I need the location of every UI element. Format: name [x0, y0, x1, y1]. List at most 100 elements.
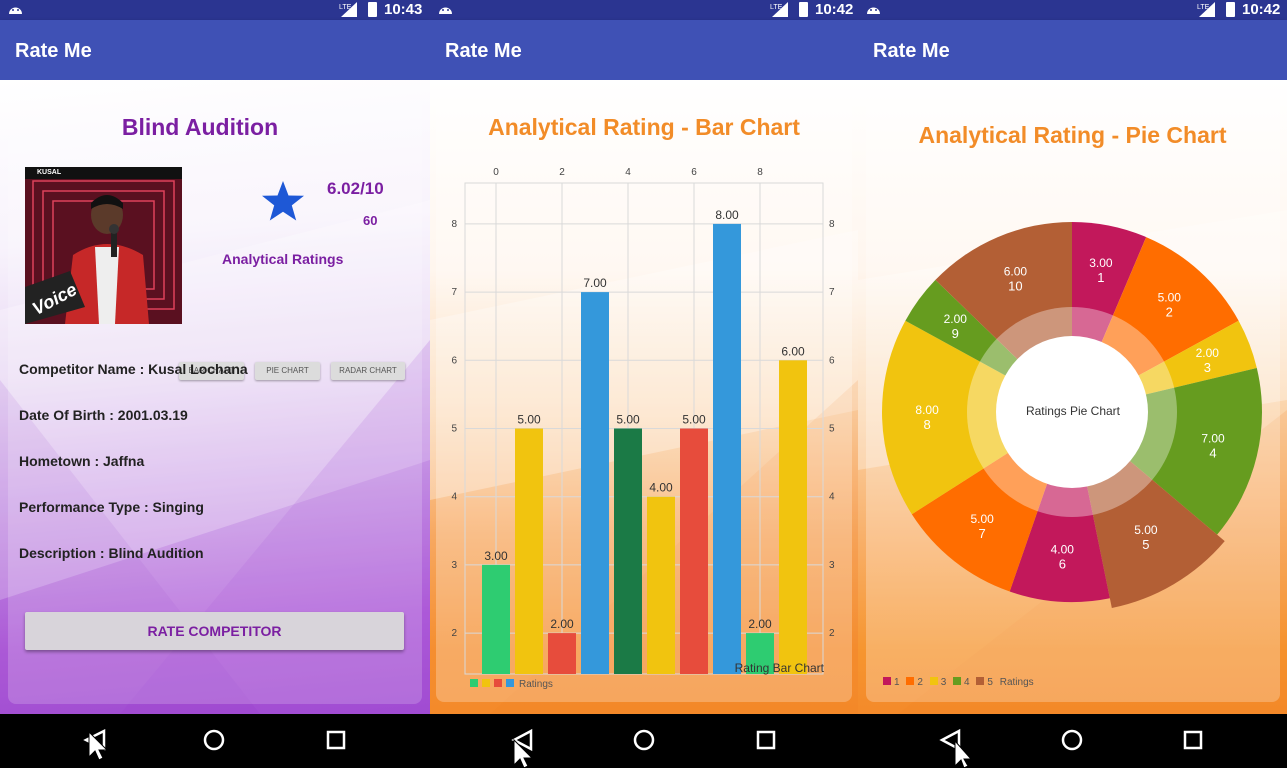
bar-value-label: 2.00 — [748, 617, 772, 631]
y-axis-tick-label-left: 2 — [451, 628, 457, 639]
page-title: Blind Audition — [121, 114, 279, 140]
legend-item-5: 5 — [976, 677, 993, 688]
y-axis-tick-label-right: 6 — [829, 355, 835, 366]
screen-competitor-details: LTE 10:43 Rate Me Blind Audition KUSAL V… — [0, 0, 430, 768]
navigation-bar — [430, 714, 858, 768]
slice-category-label: 1 — [1097, 270, 1104, 285]
y-axis-tick-label-right: 8 — [829, 219, 835, 230]
legend-swatch — [494, 679, 502, 687]
slice-value-label: 4.00 — [1051, 543, 1075, 557]
bar — [779, 360, 807, 674]
bar-value-label: 5.00 — [682, 413, 706, 427]
y-axis-tick-label-right: 7 — [829, 287, 835, 298]
y-axis-tick-label-right: 4 — [829, 492, 835, 503]
home-icon[interactable] — [203, 729, 225, 751]
bar-value-label: 4.00 — [649, 481, 673, 495]
x-axis-tick-label: 6 — [691, 167, 697, 178]
legend-swatch — [883, 677, 891, 685]
chart-description: Rating Bar Chart — [735, 661, 825, 675]
android-icon — [439, 7, 452, 14]
pie-chart: 3.0015.0022.0037.0045.0054.0065.0078.008… — [882, 222, 1262, 608]
battery-icon — [799, 2, 808, 17]
bar-value-label: 5.00 — [616, 413, 640, 427]
pie-legend: 1 2 3 4 5 Ratings — [883, 677, 1034, 691]
bar-chart: 2 2 3 3 4 4 5 5 6 6 7 7 8 8 0 2 4 6 8 3.00 5.00 2.00 7.00 5.00 4… — [451, 167, 835, 690]
signal-icon: LTE — [339, 2, 357, 17]
y-axis-tick-label-left: 5 — [451, 424, 457, 435]
app-bar: Rate Me — [430, 20, 858, 80]
recents-icon[interactable] — [756, 730, 776, 750]
bar — [647, 496, 675, 674]
legend-item-4: 4 — [953, 677, 970, 688]
date-of-birth: Date Of Birth : 2001.03.19 — [19, 407, 188, 423]
y-axis-tick-label-right: 2 — [829, 628, 835, 639]
hometown: Hometown : Jaffna — [19, 453, 145, 469]
legend-item-3: 3 — [929, 677, 947, 688]
bar-value-label: 2.00 — [550, 617, 574, 631]
android-icon — [9, 7, 22, 14]
y-axis-tick-label-right: 5 — [829, 424, 835, 435]
y-axis-tick-label-left: 4 — [451, 492, 457, 503]
recents-icon[interactable] — [326, 730, 346, 750]
navigation-bar — [0, 714, 430, 768]
legend-label: 5 — [987, 677, 993, 688]
slice-category-label: 8 — [923, 417, 930, 432]
nav-buttons — [939, 728, 1203, 768]
photo-caption: KUSAL — [37, 169, 62, 176]
radar-chart-button[interactable]: RADAR CHART — [331, 362, 405, 380]
mouse-cursor-icon — [954, 739, 973, 768]
app-bar: Rate Me — [0, 20, 430, 80]
rating-count: 60 — [363, 213, 378, 228]
slice-category-label: 10 — [1008, 279, 1022, 294]
nav-buttons — [83, 728, 346, 761]
y-axis-tick-label-left: 6 — [451, 355, 457, 366]
legend-label: 3 — [940, 677, 947, 688]
clock: 10:42 — [815, 1, 854, 18]
legend-swatch — [482, 679, 490, 687]
legend-label: 4 — [964, 677, 970, 688]
svg-text:LTE: LTE — [1197, 4, 1210, 11]
slice-value-label: 8.00 — [915, 403, 939, 417]
slice-value-label: 2.00 — [944, 312, 968, 326]
slice-value-label: 5.00 — [970, 512, 994, 526]
bar — [680, 428, 708, 674]
legend-swatch — [470, 679, 478, 687]
svg-text:LTE: LTE — [770, 4, 783, 11]
bar — [515, 428, 543, 674]
svg-text:LTE: LTE — [339, 4, 352, 11]
bar-value-label: 7.00 — [583, 276, 607, 290]
battery-icon — [1226, 2, 1235, 17]
status-bar: LTE 10:43 — [0, 0, 430, 20]
slice-value-label: 7.00 — [1201, 432, 1225, 446]
app-title: Rate Me — [445, 40, 522, 62]
navigation-bar — [858, 714, 1287, 768]
recents-icon[interactable] — [1183, 730, 1203, 750]
nav-buttons — [511, 728, 776, 768]
slice-value-label: 3.00 — [1089, 256, 1113, 270]
status-bar: LTE 10:42 — [858, 0, 1287, 20]
pie-chart-button[interactable]: PIE CHART — [255, 362, 320, 380]
legend-label: 1 — [894, 677, 900, 688]
status-bar: LTE 10:42 — [430, 0, 858, 20]
bar-value-label: 5.00 — [517, 413, 541, 427]
legend-label: Ratings — [519, 679, 553, 690]
legend-swatch — [506, 679, 514, 687]
rate-competitor-button[interactable]: RATE COMPETITOR — [25, 612, 404, 650]
home-icon[interactable] — [633, 729, 655, 751]
bar — [482, 564, 510, 674]
main-content: Analytical Rating - Pie Chart 3.00 1 5.00 2… — [858, 80, 1287, 714]
clock: 10:42 — [1242, 1, 1281, 18]
slice-category-label: 4 — [1209, 446, 1216, 461]
home-icon[interactable] — [1061, 729, 1083, 751]
bar-value-label: 3.00 — [484, 549, 508, 563]
competitor-photo: KUSAL Voice — [25, 167, 182, 324]
y-axis-tick-label-left: 8 — [451, 219, 457, 230]
app-title: Rate Me — [873, 40, 950, 62]
x-axis-tick-label: 8 — [757, 167, 763, 178]
slice-category-label: 2 — [1166, 304, 1173, 319]
legend-swatch — [929, 677, 938, 685]
y-axis-tick-label-left: 7 — [451, 287, 457, 298]
legend-swatch — [976, 677, 985, 685]
battery-icon — [368, 2, 377, 17]
slice-category-label: 5 — [1142, 537, 1149, 552]
